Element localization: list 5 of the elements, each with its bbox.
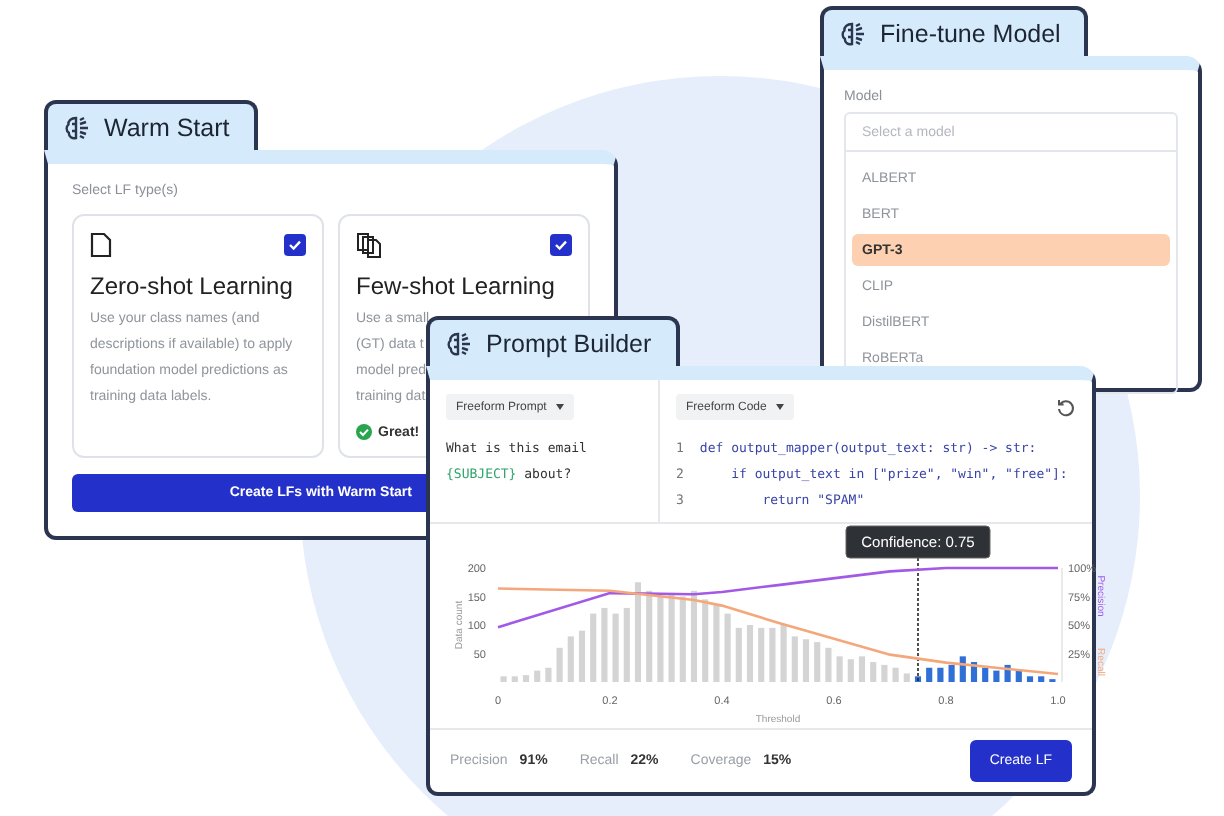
window-title: Fine-tune Model	[880, 19, 1061, 47]
window-title: Warm Start	[104, 113, 230, 141]
card-title: Few-shot Learning	[356, 272, 557, 300]
card-title: Zero-shot Learning	[90, 272, 295, 300]
window-title: Prompt Builder	[486, 329, 652, 357]
